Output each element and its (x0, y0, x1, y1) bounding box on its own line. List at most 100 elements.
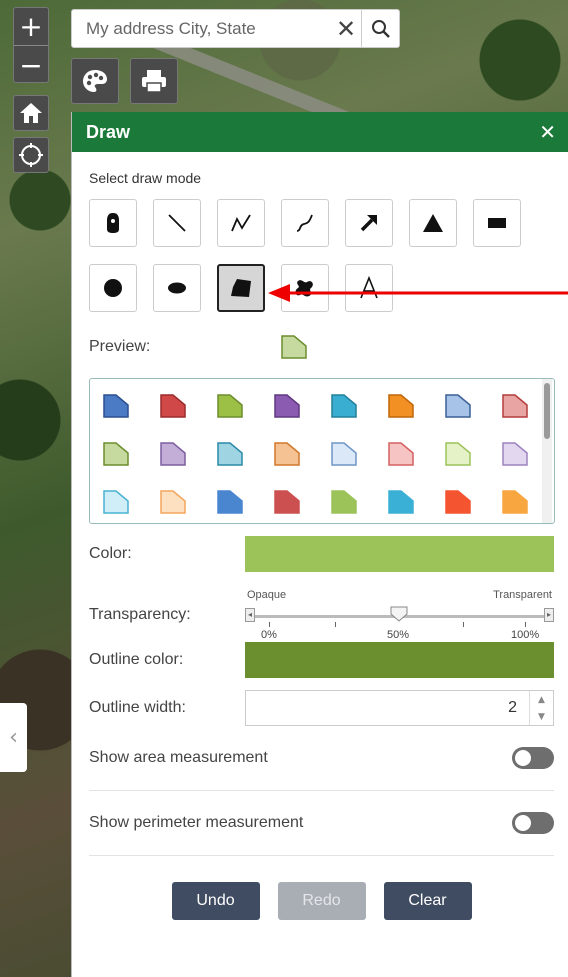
locate-button[interactable] (13, 137, 49, 173)
polygon-symbol-icon (388, 442, 414, 466)
symbol-option[interactable] (156, 485, 190, 519)
symbol-option[interactable] (327, 485, 361, 519)
decrement-icon[interactable]: ▼ (530, 708, 553, 725)
rectangle-icon (488, 218, 506, 228)
draw-mode-triangle[interactable] (409, 199, 457, 247)
transparency-row: Transparency: Opaque Transparent ◂ ▸ 0% … (89, 589, 554, 641)
search-input[interactable] (72, 10, 331, 47)
polygon-symbol-icon (160, 394, 186, 418)
symbol-option[interactable] (213, 389, 247, 423)
palette-icon (83, 70, 107, 92)
polygon-symbol-icon (502, 490, 528, 514)
draw-mode-freehand-polyline[interactable] (281, 199, 329, 247)
print-button[interactable] (130, 58, 178, 104)
outline-color-label: Outline color: (89, 651, 184, 668)
undo-button[interactable]: Undo (171, 882, 260, 920)
perimeter-row: Show perimeter measurement (89, 791, 554, 855)
polygon-symbol-icon (331, 490, 357, 514)
symbol-option[interactable] (99, 485, 133, 519)
symbol-option[interactable] (498, 389, 532, 423)
clear-button[interactable]: Clear (383, 882, 472, 920)
draw-mode-arrow[interactable] (345, 199, 393, 247)
slider-left-arrow-icon[interactable]: ◂ (245, 608, 255, 622)
draw-panel: Draw ✕ Select draw mode Preview: Color: … (71, 112, 568, 977)
symbol-gallery (89, 378, 555, 524)
gallery-scrollbar[interactable] (542, 379, 552, 523)
outline-width-input[interactable]: 2 ▲ ▼ (245, 690, 554, 726)
zoom-out-button[interactable]: − (14, 46, 48, 84)
symbol-option[interactable] (270, 389, 304, 423)
symbol-option[interactable] (384, 389, 418, 423)
symbol-option[interactable] (270, 437, 304, 471)
symbol-option[interactable] (441, 485, 475, 519)
locate-icon (19, 143, 43, 167)
polygon-symbol-icon (274, 394, 300, 418)
annotation-arrow (268, 284, 568, 302)
symbol-option[interactable] (384, 437, 418, 471)
draw-mode-rectangle[interactable] (473, 199, 521, 247)
increment-icon[interactable]: ▲ (530, 691, 553, 708)
ellipse-icon (168, 282, 186, 294)
draw-tool-button[interactable] (71, 58, 119, 104)
color-picker[interactable] (245, 536, 554, 572)
polygon-symbol-icon (445, 394, 471, 418)
search-button[interactable] (361, 10, 399, 47)
polygon-symbol-icon (445, 442, 471, 466)
symbol-option[interactable] (270, 485, 304, 519)
draw-mode-polyline[interactable] (217, 199, 265, 247)
outline-color-picker[interactable] (245, 642, 554, 678)
preview-shape-icon (281, 335, 307, 359)
search-icon (371, 19, 390, 38)
polygon-symbol-icon (388, 490, 414, 514)
transparency-slider[interactable]: Opaque Transparent ◂ ▸ 0% 50% 100% (245, 589, 554, 641)
draw-mode-polygon[interactable] (217, 264, 265, 312)
area-row: Show area measurement (89, 726, 554, 790)
perimeter-toggle[interactable] (512, 812, 554, 834)
area-label: Show area measurement (89, 749, 268, 766)
symbol-option[interactable] (441, 389, 475, 423)
polygon-symbol-icon (103, 442, 129, 466)
symbol-option[interactable] (327, 389, 361, 423)
polygon-symbol-icon (103, 490, 129, 514)
symbol-option[interactable] (498, 437, 532, 471)
draw-mode-circle[interactable] (89, 264, 137, 312)
zoom-in-button[interactable]: + (14, 8, 48, 46)
symbol-option[interactable] (156, 389, 190, 423)
symbol-option[interactable] (498, 485, 532, 519)
opaque-label: Opaque (247, 589, 287, 601)
symbol-option[interactable] (156, 437, 190, 471)
draw-mode-ellipse[interactable] (153, 264, 201, 312)
min-label: 0% (261, 629, 277, 641)
outline-color-row: Outline color: (89, 642, 554, 678)
symbol-option[interactable] (213, 485, 247, 519)
clear-search-icon[interactable]: ✕ (331, 15, 361, 43)
panel-title: Draw (86, 121, 131, 142)
mid-label: 50% (387, 629, 410, 641)
symbol-option[interactable] (441, 437, 475, 471)
preview-label: Preview: (89, 338, 151, 355)
redo-button[interactable]: Redo (277, 882, 366, 920)
symbol-option[interactable] (384, 485, 418, 519)
polygon-symbol-icon (217, 442, 243, 466)
draw-mode-line[interactable] (153, 199, 201, 247)
polygon-symbol-icon (274, 442, 300, 466)
polygon-symbol-icon (217, 490, 243, 514)
symbol-option[interactable] (99, 437, 133, 471)
close-icon[interactable]: ✕ (539, 120, 556, 144)
transparency-label: Transparency: (89, 606, 191, 623)
symbol-option[interactable] (99, 389, 133, 423)
polygon-symbol-icon (160, 442, 186, 466)
draw-mode-point[interactable] (89, 199, 137, 247)
polygon-symbol-icon (274, 490, 300, 514)
collapse-panel-icon[interactable]: ‹ (0, 703, 27, 772)
slider-thumb[interactable] (389, 606, 409, 622)
home-button[interactable] (13, 95, 49, 131)
symbol-option[interactable] (213, 437, 247, 471)
outline-width-row: Outline width: 2 ▲ ▼ (89, 690, 554, 726)
symbol-option[interactable] (327, 437, 361, 471)
max-label: 100% (511, 629, 540, 641)
zoom-control: + − (13, 7, 49, 83)
polyline-icon (231, 214, 251, 232)
slider-right-arrow-icon[interactable]: ▸ (544, 608, 554, 622)
area-toggle[interactable] (512, 747, 554, 769)
